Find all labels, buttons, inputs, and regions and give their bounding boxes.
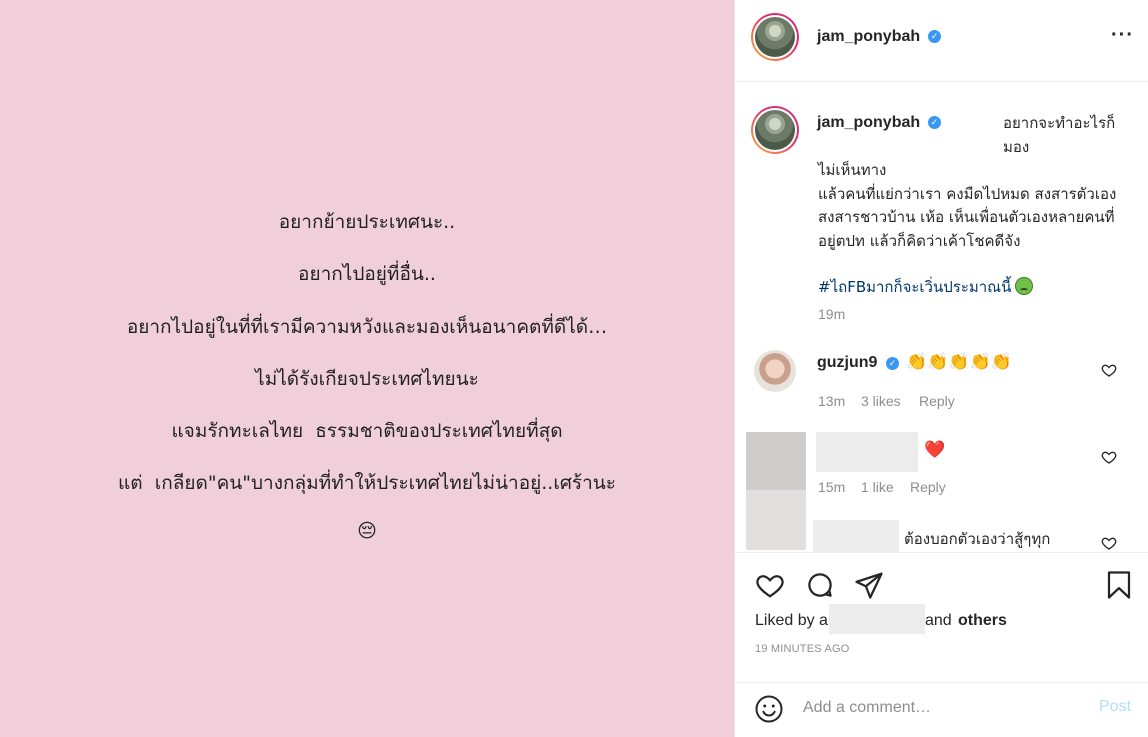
image-text-line: อยากย้ายประเทศนะ.. <box>278 211 456 233</box>
commenter-avatar[interactable] <box>754 350 796 392</box>
post-header: jam_ponybah ✓ ··· <box>735 0 1148 82</box>
verified-badge-icon: ✓ <box>886 357 899 370</box>
verified-badge-icon: ✓ <box>928 30 941 43</box>
redacted-username <box>816 432 918 472</box>
liked-by-prefix: Liked by a <box>755 612 828 629</box>
caption-first-line: อยากจะทำอะไรก็มอง <box>1003 114 1116 156</box>
bookmark-save-icon[interactable] <box>1104 569 1134 601</box>
post-image[interactable]: อยากย้ายประเทศนะ.. อยากไปอยู่ที่อื่น.. อ… <box>0 0 734 737</box>
clapping-emoji-comment: 👏👏👏👏👏 <box>906 352 1012 371</box>
nauseated-face-icon <box>1015 277 1034 295</box>
like-comment-heart-icon[interactable] <box>1101 535 1117 551</box>
add-comment-input[interactable] <box>803 695 1083 721</box>
like-heart-icon[interactable] <box>754 570 786 600</box>
add-comment-bar: Post <box>735 682 1148 737</box>
comment-username[interactable]: guzjun9 <box>817 354 877 372</box>
share-send-icon[interactable] <box>854 570 884 600</box>
caption-time[interactable]: 19m <box>818 306 845 322</box>
redacted-liker-name <box>829 604 925 634</box>
image-text-line: ไม่ได้รังเกียจประเทศไทยนะ <box>255 368 479 390</box>
caption-hashtag[interactable]: #ไถFBมากก็จะเวิ่นประมาณนี้ <box>818 278 1011 296</box>
ellipsis-icon[interactable]: ··· <box>1111 24 1134 47</box>
liked-by-text: Liked by a <box>755 612 828 630</box>
like-comment-heart-icon[interactable] <box>1101 449 1117 465</box>
red-heart-emoji: ❤️ <box>924 440 946 459</box>
image-text-line: อยากไปอยู่ที่อื่น.. <box>298 263 436 285</box>
image-text-line: อยากไปอยู่ในที่ที่เรามีความหวังและมองเห็… <box>126 316 608 338</box>
caption-body: ไม่เห็นทาง แล้วคนที่แย่กว่าเรา คงมืดไปหม… <box>818 161 1117 250</box>
comment-likes[interactable]: 3 likes <box>861 393 901 409</box>
comment-bubble-icon[interactable] <box>805 570 835 600</box>
comment-time[interactable]: 15m <box>818 479 845 495</box>
comment-reply-button[interactable]: Reply <box>919 393 955 409</box>
image-text-line: แจมรักทะเลไทย ธรรมชาติของประเทศไทยที่สุด <box>171 420 563 442</box>
emoji-picker-icon[interactable] <box>754 694 784 724</box>
redacted-avatar <box>746 490 806 550</box>
caption-text: อยากจะทำอะไรก็มอง ไม่เห็นทาง แล้วคนที่แย… <box>818 112 1118 300</box>
redacted-username <box>813 520 899 552</box>
like-comment-heart-icon[interactable] <box>1101 362 1117 378</box>
liked-by-and: and <box>925 612 952 629</box>
caption-avatar[interactable] <box>751 106 799 154</box>
post-side-panel: jam_ponybah ✓ ··· jam_ponybah ✓ อยากจะทำ… <box>734 0 1148 737</box>
comment-likes[interactable]: 1 like <box>861 479 894 495</box>
post-timestamp[interactable]: 19 MINUTES AGO <box>755 643 850 655</box>
redacted-avatar <box>746 432 806 490</box>
pensive-emoji: 😔 <box>357 520 377 542</box>
post-comment-button[interactable]: Post <box>1099 698 1131 716</box>
author-username[interactable]: jam_ponybah <box>817 28 920 46</box>
image-text-line: แต่ เกลียด"คน"บางกลุ่มที่ทำให้ประเทศไทยไ… <box>118 472 616 494</box>
comment-time[interactable]: 13m <box>818 393 845 409</box>
post-actions: Liked by a and others 19 MINUTES AGO <box>735 552 1148 682</box>
liked-by-others-link[interactable]: others <box>958 612 1007 630</box>
comment-reply-button[interactable]: Reply <box>910 479 946 495</box>
author-avatar[interactable] <box>751 13 799 61</box>
comment-text: ต้องบอกตัวเองว่าสู้ๆทุก <box>904 530 1051 548</box>
